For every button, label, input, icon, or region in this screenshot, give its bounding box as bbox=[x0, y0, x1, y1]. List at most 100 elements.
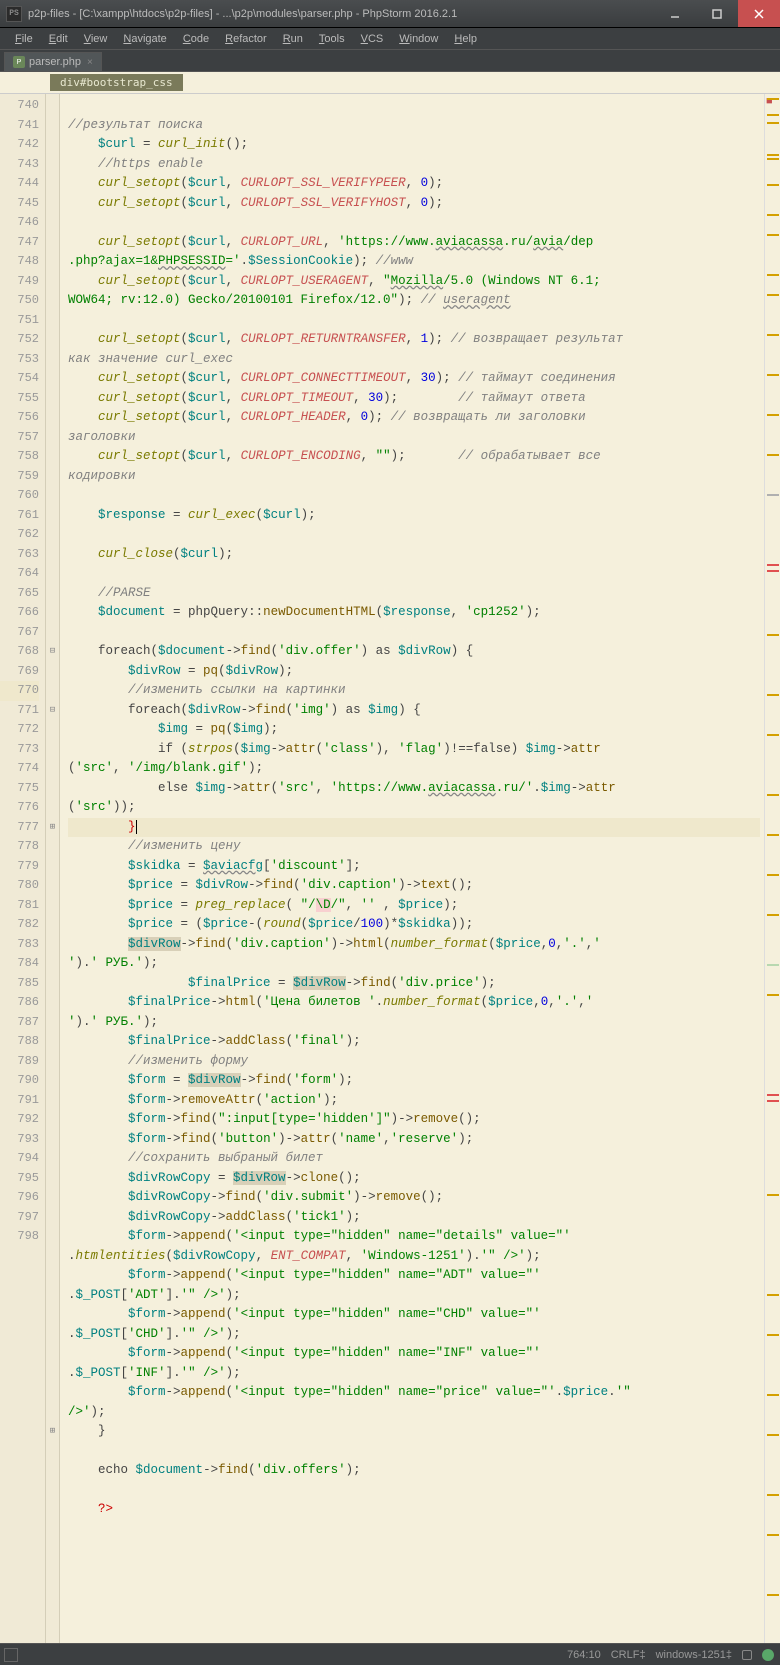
marker[interactable] bbox=[767, 294, 779, 296]
code-line[interactable]: кодировки bbox=[68, 467, 760, 487]
code-line[interactable]: .$_POST['ADT'].'" />'); bbox=[68, 1286, 760, 1306]
marker[interactable] bbox=[767, 1494, 779, 1496]
marker[interactable] bbox=[767, 1194, 779, 1196]
code-line[interactable]: $form->find('button')->attr('name','rese… bbox=[68, 1130, 760, 1150]
code-line[interactable]: curl_setopt($curl, CURLOPT_HEADER, 0); /… bbox=[68, 408, 760, 428]
code-line[interactable]: $divRowCopy->addClass('tick1'); bbox=[68, 1208, 760, 1228]
marker[interactable] bbox=[767, 184, 779, 186]
code-line[interactable]: curl_setopt($curl, CURLOPT_TIMEOUT, 30);… bbox=[68, 389, 760, 409]
code-line[interactable]: //изменить форму bbox=[68, 1052, 760, 1072]
marker[interactable] bbox=[767, 734, 779, 736]
code-line[interactable]: $price = ($price-(round($price/100)*$ski… bbox=[68, 915, 760, 935]
code-line[interactable]: curl_setopt($curl, CURLOPT_URL, 'https:/… bbox=[68, 233, 760, 253]
code-line[interactable]: } bbox=[68, 1422, 760, 1442]
code-line[interactable]: //изменить цену bbox=[68, 837, 760, 857]
code-area[interactable]: //результат поиска $curl = curl_init(); … bbox=[60, 94, 764, 1643]
marker[interactable] bbox=[767, 1434, 779, 1436]
code-line[interactable]: $finalPrice = $divRow->find('div.price')… bbox=[68, 974, 760, 994]
marker[interactable] bbox=[767, 1094, 779, 1096]
maximize-button[interactable] bbox=[696, 0, 738, 27]
breadcrumb-item[interactable]: div#bootstrap_css bbox=[50, 74, 183, 91]
marker[interactable] bbox=[767, 794, 779, 796]
marker[interactable] bbox=[767, 494, 779, 496]
marker[interactable] bbox=[767, 334, 779, 336]
code-line[interactable] bbox=[68, 525, 760, 545]
code-line[interactable]: $finalPrice->addClass('final'); bbox=[68, 1032, 760, 1052]
marker[interactable] bbox=[767, 1334, 779, 1336]
menu-vcs[interactable]: VCS bbox=[354, 31, 391, 47]
code-line[interactable]: .php?ajax=1&PHPSESSID='.$SessionCookie);… bbox=[68, 252, 760, 272]
minimize-button[interactable] bbox=[654, 0, 696, 27]
lock-icon[interactable] bbox=[742, 1650, 752, 1660]
marker[interactable] bbox=[767, 1100, 779, 1102]
code-line[interactable] bbox=[68, 1481, 760, 1501]
code-line[interactable]: ?> bbox=[68, 1500, 760, 1520]
code-line[interactable]: curl_setopt($curl, CURLOPT_SSL_VERIFYPEE… bbox=[68, 174, 760, 194]
marker[interactable] bbox=[767, 634, 779, 636]
marker[interactable] bbox=[767, 114, 779, 116]
code-line[interactable]: как значение curl_exec bbox=[68, 350, 760, 370]
code-line[interactable]: $form = $divRow->find('form'); bbox=[68, 1071, 760, 1091]
code-line[interactable]: //сохранить выбраный билет bbox=[68, 1149, 760, 1169]
code-line[interactable]: $skidka = $aviacfg['discount']; bbox=[68, 857, 760, 877]
code-line[interactable] bbox=[68, 96, 760, 116]
marker[interactable] bbox=[767, 454, 779, 456]
code-line[interactable]: $form->removeAttr('action'); bbox=[68, 1091, 760, 1111]
code-line[interactable]: />'); bbox=[68, 1403, 760, 1423]
code-line[interactable]: .$_POST['INF'].'" />'); bbox=[68, 1364, 760, 1384]
marker[interactable] bbox=[767, 964, 779, 966]
code-line[interactable] bbox=[68, 213, 760, 233]
code-line[interactable]: $form->append('<input type="hidden" name… bbox=[68, 1305, 760, 1325]
marker[interactable] bbox=[767, 1594, 779, 1596]
marker[interactable] bbox=[767, 154, 779, 156]
menu-code[interactable]: Code bbox=[176, 31, 216, 47]
code-line[interactable]: $price = $divRow->find('div.caption')->t… bbox=[68, 876, 760, 896]
marker[interactable] bbox=[767, 234, 779, 236]
marker[interactable] bbox=[767, 570, 779, 572]
code-line[interactable]: //результат поиска bbox=[68, 116, 760, 136]
code-line[interactable]: .htmlentities($divRowCopy, ENT_COMPAT, '… bbox=[68, 1247, 760, 1267]
marker[interactable] bbox=[767, 834, 779, 836]
code-line[interactable]: $document = phpQuery::newDocumentHTML($r… bbox=[68, 603, 760, 623]
code-line[interactable] bbox=[68, 311, 760, 331]
code-line[interactable]: $img = pq($img); bbox=[68, 720, 760, 740]
code-line[interactable]: echo $document->find('div.offers'); bbox=[68, 1461, 760, 1481]
code-line[interactable]: foreach($document->find('div.offer') as … bbox=[68, 642, 760, 662]
marker[interactable] bbox=[767, 694, 779, 696]
code-line[interactable]: $curl = curl_init(); bbox=[68, 135, 760, 155]
code-line[interactable]: заголовки bbox=[68, 428, 760, 448]
code-line[interactable]: curl_setopt($curl, CURLOPT_SSL_VERIFYHOS… bbox=[68, 194, 760, 214]
close-button[interactable] bbox=[738, 0, 780, 27]
tool-window-icon[interactable] bbox=[4, 1648, 18, 1662]
code-line[interactable]: WOW64; rv:12.0) Gecko/20100101 Firefox/1… bbox=[68, 291, 760, 311]
code-line[interactable]: $divRowCopy->find('div.submit')->remove(… bbox=[68, 1188, 760, 1208]
code-line[interactable]: $price = preg_replace( "/\D/", '' , $pri… bbox=[68, 896, 760, 916]
marker[interactable] bbox=[767, 414, 779, 416]
code-line[interactable]: $divRow = pq($divRow); bbox=[68, 662, 760, 682]
marker[interactable] bbox=[767, 874, 779, 876]
code-line[interactable] bbox=[68, 1442, 760, 1462]
code-line[interactable]: $form->append('<input type="hidden" name… bbox=[68, 1344, 760, 1364]
code-line[interactable]: .$_POST['CHD'].'" />'); bbox=[68, 1325, 760, 1345]
code-line[interactable]: ('src', '/img/blank.gif'); bbox=[68, 759, 760, 779]
menu-tools[interactable]: Tools bbox=[312, 31, 352, 47]
code-line[interactable]: //https enable bbox=[68, 155, 760, 175]
code-line[interactable]: $response = curl_exec($curl); bbox=[68, 506, 760, 526]
menu-help[interactable]: Help bbox=[447, 31, 484, 47]
code-line[interactable]: $divRowCopy = $divRow->clone(); bbox=[68, 1169, 760, 1189]
code-line[interactable]: $divRow->find('div.caption')->html(numbe… bbox=[68, 935, 760, 955]
menu-file[interactable]: File bbox=[8, 31, 40, 47]
code-line[interactable] bbox=[68, 623, 760, 643]
marker[interactable] bbox=[767, 214, 779, 216]
marker[interactable] bbox=[767, 374, 779, 376]
code-line[interactable]: //изменить ссылки на картинки bbox=[68, 681, 760, 701]
menu-run[interactable]: Run bbox=[276, 31, 310, 47]
marker[interactable] bbox=[767, 1534, 779, 1536]
line-separator[interactable]: CRLF‡ bbox=[611, 1649, 646, 1661]
code-line[interactable]: $form->find(":input[type='hidden']")->re… bbox=[68, 1110, 760, 1130]
marker[interactable] bbox=[767, 98, 779, 100]
code-line[interactable]: ('src')); bbox=[68, 798, 760, 818]
menu-refactor[interactable]: Refactor bbox=[218, 31, 274, 47]
menu-edit[interactable]: Edit bbox=[42, 31, 75, 47]
marker[interactable] bbox=[767, 564, 779, 566]
